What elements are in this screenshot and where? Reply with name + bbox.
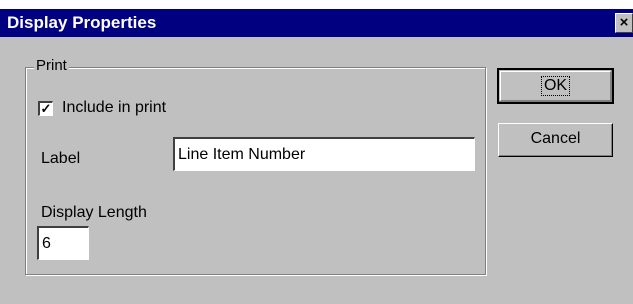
cancel-button[interactable]: Cancel <box>498 123 613 157</box>
include-in-print-label[interactable]: Include in print <box>62 98 166 118</box>
dialog-title: Display Properties <box>7 13 157 32</box>
display-length-label: Display Length <box>41 204 147 221</box>
include-in-print-checkbox[interactable]: ✓ <box>38 101 53 116</box>
close-icon[interactable]: × <box>615 13 633 33</box>
title-bar[interactable]: Display Properties × <box>0 9 633 37</box>
label-field-label: Label <box>41 150 81 167</box>
display-properties-dialog: Display Properties × Print ✓ Include in … <box>0 0 633 304</box>
dialog-body: Print ✓ Include in print Label Display L… <box>0 37 633 304</box>
print-group-label: Print <box>34 57 69 75</box>
label-input[interactable] <box>173 137 475 171</box>
display-length-input[interactable] <box>37 226 89 260</box>
ok-button-face: OK <box>500 71 611 101</box>
ok-button-label: OK <box>540 76 571 96</box>
ok-button[interactable]: OK <box>497 68 614 104</box>
